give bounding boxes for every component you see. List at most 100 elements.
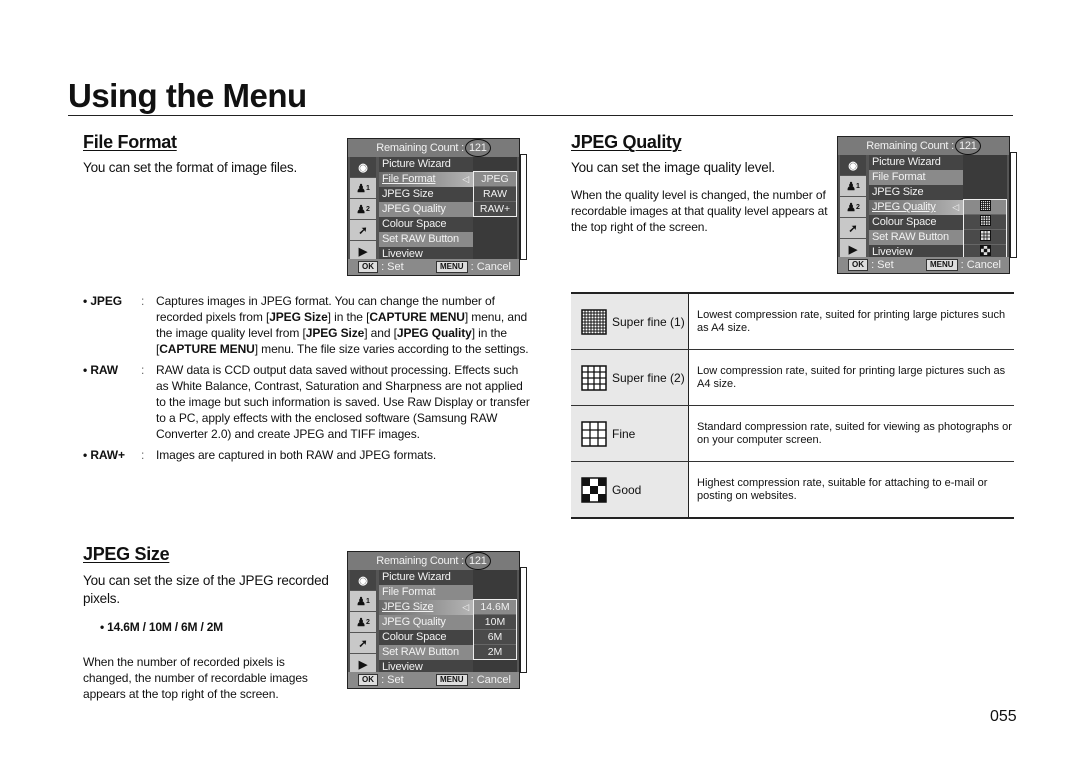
menu-item-jpeg-size[interactable]: JPEG Size bbox=[379, 187, 473, 202]
playback-icon[interactable]: ▶ bbox=[350, 654, 376, 674]
text-run: ] and [ bbox=[364, 326, 397, 340]
remaining-count-label: Remaining Count : bbox=[376, 142, 464, 154]
menu-item-jpeg-quality[interactable]: JPEG Quality bbox=[379, 615, 473, 630]
remaining-count-bar: Remaining Count :121 bbox=[838, 137, 1009, 155]
setup-wrench-icon[interactable]: ➚ bbox=[350, 220, 376, 240]
quality-description: Highest compression rate, suitable for a… bbox=[697, 476, 988, 502]
option-super-fine-1[interactable] bbox=[964, 200, 1006, 215]
menu-item-picture-wizard[interactable]: Picture Wizard bbox=[379, 157, 473, 172]
menu-item-colour-space[interactable]: Colour Space bbox=[379, 217, 473, 232]
menu-item-jpeg-quality[interactable]: JPEG Quality bbox=[379, 202, 473, 217]
quality-description: Lowest compression rate, suited for prin… bbox=[697, 308, 1006, 334]
option-raw-plus[interactable]: RAW+ bbox=[474, 202, 516, 216]
jpeg-size-note: When the number of recorded pixels is ch… bbox=[83, 655, 308, 701]
custom-2-icon[interactable]: ♟ 2 bbox=[350, 612, 376, 632]
custom-1-icon[interactable]: ♟ 1 bbox=[350, 591, 376, 611]
custom-1-icon[interactable]: ♟ 1 bbox=[840, 176, 866, 196]
jpeg-quality-submenu bbox=[963, 199, 1007, 260]
page-title: Using the Menu bbox=[68, 77, 307, 114]
setup-wrench-icon[interactable]: ➚ bbox=[350, 633, 376, 653]
menu-item-set-raw-button[interactable]: Set RAW Button bbox=[869, 230, 963, 245]
camera-icon[interactable]: ◉ bbox=[840, 155, 866, 175]
playback-icon[interactable]: ▶ bbox=[350, 241, 376, 261]
super-fine-1-icon bbox=[979, 200, 991, 211]
ok-key[interactable]: OK bbox=[358, 261, 378, 274]
menu-item-picture-wizard[interactable]: Picture Wizard bbox=[379, 570, 473, 585]
menu-item-label: JPEG Size bbox=[382, 601, 434, 613]
lcd-jpeg-size: Remaining Count :121 ◉ ♟ 1 ♟ 2 ➚ ▶ Picture… bbox=[347, 551, 520, 689]
option-jpeg[interactable]: JPEG bbox=[474, 172, 516, 187]
definition-text: RAW data is CCD output data saved withou… bbox=[156, 362, 533, 442]
option-fine[interactable] bbox=[964, 230, 1006, 245]
lcd-side-tabs: ◉ ♟ 1 ♟ 2 ➚ ▶ bbox=[350, 570, 376, 675]
menu-key[interactable]: MENU bbox=[926, 259, 958, 272]
jpeg-quality-table: Super fine (1) Lowest compression rate, … bbox=[571, 292, 1014, 519]
playback-icon[interactable]: ▶ bbox=[840, 239, 866, 259]
ok-key[interactable]: OK bbox=[358, 674, 378, 687]
definition-raw: • RAW : RAW data is CCD output data save… bbox=[83, 362, 533, 442]
table-row: Fine Standard compression rate, suited f… bbox=[571, 406, 1014, 462]
menu-item-file-format[interactable]: File Format bbox=[379, 585, 473, 600]
quality-label-cell: Good bbox=[571, 462, 689, 517]
lcd-footer: OK : Set MENU : Cancel bbox=[838, 257, 1009, 273]
quality-label: Good bbox=[612, 482, 642, 497]
ok-label: : Set bbox=[381, 674, 404, 686]
lcd-file-format: Remaining Count :121 ◉ ♟ 1 ♟ 2 ➚ ▶ Picture… bbox=[347, 138, 520, 276]
ok-key[interactable]: OK bbox=[848, 259, 868, 272]
setup-wrench-icon[interactable]: ➚ bbox=[840, 218, 866, 238]
option-14-6m[interactable]: 14.6M bbox=[474, 600, 516, 615]
title-divider bbox=[68, 115, 1013, 116]
menu-item-set-raw-button[interactable]: Set RAW Button bbox=[379, 645, 473, 660]
definition-text: Captures images in JPEG format. You can … bbox=[156, 293, 533, 357]
camera-icon[interactable]: ◉ bbox=[350, 570, 376, 590]
option-6m[interactable]: 6M bbox=[474, 630, 516, 645]
quality-label-cell: Super fine (2) bbox=[571, 350, 689, 405]
file-format-submenu: JPEG RAW RAW+ bbox=[473, 171, 517, 217]
menu-item-colour-space[interactable]: Colour Space bbox=[379, 630, 473, 645]
lcd-side-tabs: ◉ ♟ 1 ♟ 2 ➚ ▶ bbox=[840, 155, 866, 260]
definition-sep: : bbox=[141, 294, 145, 308]
menu-item-file-format[interactable]: File Format bbox=[869, 170, 963, 185]
file-format-lead: You can set the format of image files. bbox=[83, 160, 298, 175]
custom-1-icon[interactable]: ♟ 1 bbox=[350, 178, 376, 198]
menu-key[interactable]: MENU bbox=[436, 261, 468, 274]
option-super-fine-2[interactable] bbox=[964, 215, 1006, 230]
menu-item-file-format[interactable]: File Format ◁ bbox=[379, 172, 473, 187]
lcd-jpeg-quality: Remaining Count :121 ◉ ♟ 1 ♟ 2 ➚ ▶ Picture… bbox=[837, 136, 1010, 274]
lcd-scrollbar[interactable] bbox=[520, 567, 527, 673]
lcd-scrollbar[interactable] bbox=[1010, 152, 1017, 258]
remaining-count-bar: Remaining Count :121 bbox=[348, 552, 519, 570]
quality-label: Super fine (1) bbox=[612, 314, 685, 329]
menu-item-jpeg-size[interactable]: JPEG Size bbox=[869, 185, 963, 200]
menu-item-jpeg-quality[interactable]: JPEG Quality ◁ bbox=[869, 200, 963, 215]
fine-icon bbox=[979, 230, 991, 241]
menu-item-colour-space[interactable]: Colour Space bbox=[869, 215, 963, 230]
menu-item-picture-wizard[interactable]: Picture Wizard bbox=[869, 155, 963, 170]
menu-key[interactable]: MENU bbox=[436, 674, 468, 687]
jpeg-size-submenu: 14.6M 10M 6M 2M bbox=[473, 599, 517, 660]
remaining-count-label: Remaining Count : bbox=[866, 140, 954, 152]
definition-term: • RAW+ bbox=[83, 448, 125, 462]
menu-item-label: JPEG Quality bbox=[872, 201, 936, 213]
camera-icon[interactable]: ◉ bbox=[350, 157, 376, 177]
menu-label: : Cancel bbox=[470, 261, 511, 273]
option-2m[interactable]: 2M bbox=[474, 645, 516, 659]
bold-term: CAPTURE MENU bbox=[369, 310, 465, 324]
remaining-count-bar: Remaining Count :121 bbox=[348, 139, 519, 157]
arrow-left-icon: ◁ bbox=[462, 174, 469, 184]
quality-description: Low compression rate, suited for printin… bbox=[697, 364, 1006, 390]
text-run: ] in the [ bbox=[327, 310, 370, 324]
jpeg-size-lead: You can set the size of the JPEG recorde… bbox=[83, 573, 329, 606]
menu-label: : Cancel bbox=[960, 259, 1001, 271]
menu-item-set-raw-button[interactable]: Set RAW Button bbox=[379, 232, 473, 247]
menu-item-jpeg-size[interactable]: JPEG Size ◁ bbox=[379, 600, 473, 615]
custom-2-icon[interactable]: ♟ 2 bbox=[350, 199, 376, 219]
jpeg-quality-heading: JPEG Quality bbox=[571, 132, 682, 152]
option-raw[interactable]: RAW bbox=[474, 187, 516, 202]
quality-label-cell: Super fine (1) bbox=[571, 294, 689, 349]
text-run: Images are captured in both RAW and JPEG… bbox=[156, 448, 437, 462]
custom-2-icon[interactable]: ♟ 2 bbox=[840, 197, 866, 217]
lcd-scrollbar[interactable] bbox=[520, 154, 527, 260]
text-run: ] menu. The file size varies according t… bbox=[254, 342, 529, 356]
option-10m[interactable]: 10M bbox=[474, 615, 516, 630]
